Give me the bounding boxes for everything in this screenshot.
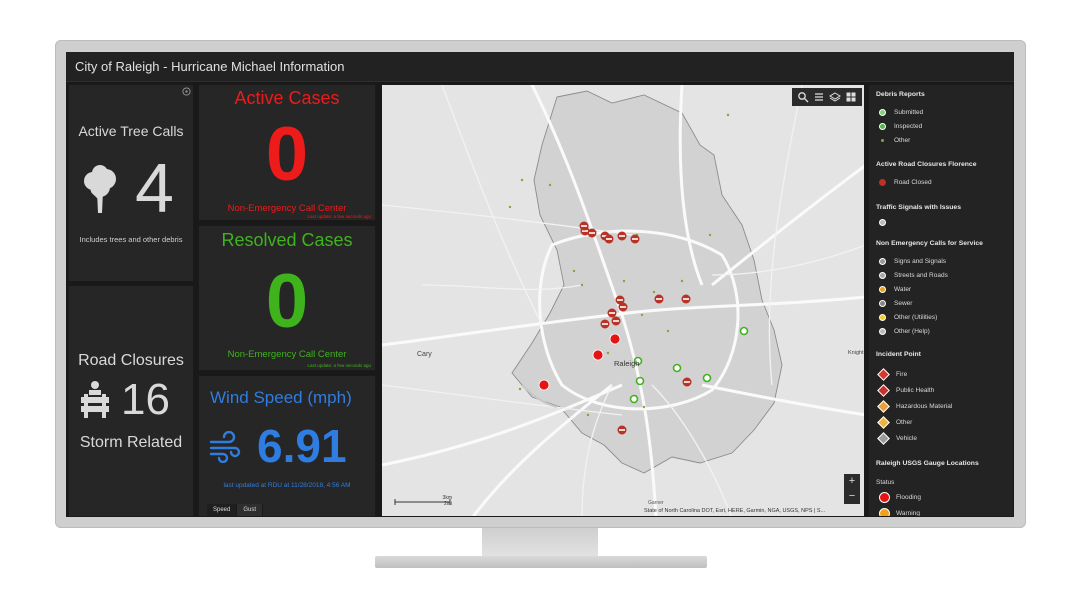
- map-label-raleigh: Raleigh: [614, 359, 640, 368]
- zoom-out-button[interactable]: −: [844, 489, 860, 504]
- signs-icon: [879, 258, 886, 265]
- list-icon[interactable]: [813, 91, 825, 103]
- legend-calls-title: Non Emergency Calls for Service: [876, 240, 983, 247]
- traffic-signal-icon: [879, 219, 886, 226]
- resolved-cases-subtitle: Non-Emergency Call Center: [227, 349, 347, 360]
- map-scale: 3km 2mi: [394, 495, 452, 507]
- other-help-icon: [879, 328, 886, 335]
- legend-item-signs: Signs and Signals: [879, 258, 946, 265]
- legend-gauge-title: Raleigh USGS Gauge Locations: [876, 460, 979, 467]
- legend-incident-title: Incident Point: [876, 351, 921, 358]
- zoom-control: + −: [844, 474, 860, 504]
- legend-item-streets: Streets and Roads: [879, 272, 948, 279]
- flooding-icon: [879, 492, 890, 503]
- map-label-cary: Cary: [417, 351, 432, 358]
- tab-gust[interactable]: Gust: [237, 504, 264, 516]
- active-cases-count: 0: [265, 112, 309, 197]
- map-attribution[interactable]: State of North Carolina DOT, Esri, HERE,…: [644, 508, 825, 514]
- road-closed-icon: [879, 179, 886, 186]
- warning-icon: [879, 508, 890, 516]
- zoom-in-button[interactable]: +: [844, 474, 860, 489]
- streets-icon: [879, 272, 886, 279]
- tree-calls-subtitle: Includes trees and other debris: [79, 235, 183, 244]
- legend-panel[interactable]: Debris Reports Submitted Inspected Other…: [868, 84, 1014, 517]
- legend-debris-title: Debris Reports: [876, 91, 925, 98]
- vehicle-icon: [877, 432, 890, 445]
- resolved-cases-count: 0: [265, 259, 309, 344]
- tab-speed[interactable]: Speed: [207, 504, 238, 516]
- legend-item-vehicle: Vehicle: [877, 432, 917, 445]
- map-panel[interactable]: Raleigh Cary Knight + − 3km 2mi Garner S…: [381, 84, 865, 517]
- wind-speed-title: Wind Speed (mph): [210, 388, 352, 407]
- legend-item-water: Water: [879, 286, 911, 293]
- map-label-garner: Garner: [648, 500, 664, 506]
- public-health-icon: [877, 384, 890, 397]
- active-cases-updated: Last update: a few seconds ago: [307, 214, 371, 219]
- map-label-knightdale: Knight: [848, 350, 864, 356]
- legend-item-hazmat: Hazardous Material: [877, 400, 952, 413]
- hazardous-material-icon: [877, 400, 890, 413]
- tree-calls-count: 4: [135, 149, 174, 227]
- tree-icon: [84, 165, 116, 213]
- resolved-cases-updated: Last update: a few seconds ago: [307, 363, 371, 368]
- legend-item-public-health: Public Health: [877, 384, 934, 397]
- legend-item-fire: Fire: [877, 368, 907, 381]
- sewer-icon: [879, 300, 886, 307]
- road-closures-panel[interactable]: Road Closures 16 Storm Related: [68, 285, 194, 517]
- road-closures-subtitle: Storm Related: [79, 434, 183, 451]
- water-icon: [879, 286, 886, 293]
- map-toolbar: [792, 88, 862, 106]
- active-cases-title: Active Cases: [234, 88, 340, 108]
- other-debris-icon: [881, 139, 884, 142]
- wind-speed-value: 6.91: [257, 420, 347, 472]
- tree-calls-title: Active Tree Calls: [78, 123, 184, 139]
- fire-icon: [877, 368, 890, 381]
- layers-icon[interactable]: [829, 91, 841, 103]
- monitor-foot: [375, 556, 707, 568]
- wind-tabs: Speed Gust: [207, 504, 264, 516]
- search-icon[interactable]: [797, 91, 809, 103]
- legend-item-warning: Warning: [879, 508, 920, 516]
- active-cases-subtitle: Non-Emergency Call Center: [227, 203, 347, 214]
- legend-item-submitted: Submitted: [879, 109, 923, 116]
- inspected-icon: [879, 123, 886, 130]
- legend-item-signal: [879, 219, 894, 226]
- wind-icon: [209, 431, 241, 463]
- legend-closures-title: Active Road Closures Florence: [876, 161, 977, 168]
- road-barrier-icon: [81, 381, 109, 418]
- wind-speed-updated: last updated at RDU at 11/28/2018, 4:56 …: [223, 482, 351, 489]
- resolved-cases-panel[interactable]: Resolved Cases 0 Non-Emergency Call Cent…: [198, 225, 376, 371]
- dashboard-screen: City of Raleigh - Hurricane Michael Info…: [66, 52, 1014, 517]
- legend-item-other-utilities: Other (Utilities): [879, 314, 937, 321]
- tree-calls-panel[interactable]: Active Tree Calls 4 Includes trees and o…: [68, 84, 194, 282]
- monitor-stage: City of Raleigh - Hurricane Michael Info…: [0, 0, 1080, 607]
- active-cases-panel[interactable]: Active Cases 0 Non-Emergency Call Center…: [198, 84, 376, 221]
- submitted-icon: [879, 109, 886, 116]
- legend-item-flooding: Flooding: [879, 492, 921, 503]
- legend-item-other-incident: Other: [877, 416, 912, 429]
- scale-mi: 2mi: [443, 501, 452, 507]
- legend-item-sewer: Sewer: [879, 300, 912, 307]
- road-closures-title: Road Closures: [78, 352, 184, 369]
- legend-gauge-status: Status: [876, 479, 895, 486]
- map-canvas[interactable]: [382, 85, 865, 517]
- dashboard-title: City of Raleigh - Hurricane Michael Info…: [66, 52, 1014, 82]
- legend-item-road-closed: Road Closed: [879, 179, 932, 186]
- basemap-icon[interactable]: [845, 91, 857, 103]
- legend-item-other-debris: Other: [879, 137, 910, 144]
- legend-item-other-help: Other (Help): [879, 328, 930, 335]
- other-utilities-icon: [879, 314, 886, 321]
- legend-signals-title: Traffic Signals with Issues: [876, 204, 961, 211]
- other-incident-icon: [877, 416, 890, 429]
- road-closures-count: 16: [121, 375, 170, 424]
- options-icon[interactable]: [182, 87, 191, 96]
- legend-item-inspected: Inspected: [879, 123, 922, 130]
- resolved-cases-title: Resolved Cases: [221, 230, 353, 250]
- wind-speed-panel[interactable]: Wind Speed (mph) 6.91 last updated at RD…: [198, 375, 376, 517]
